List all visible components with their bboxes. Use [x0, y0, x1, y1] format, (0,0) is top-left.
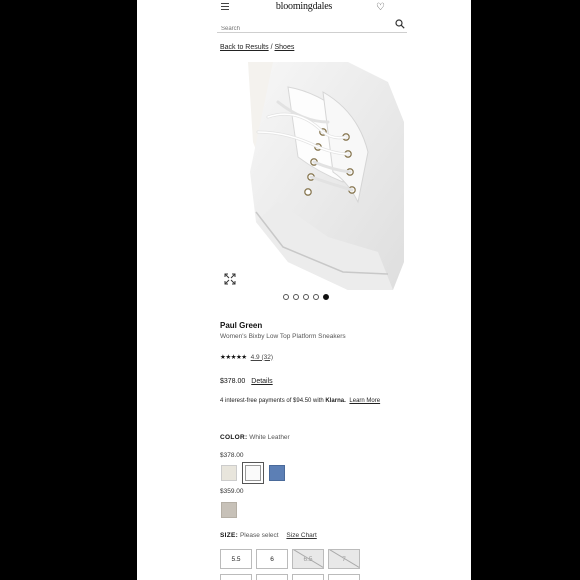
size-option[interactable]: 5.5	[220, 549, 252, 569]
breadcrumb: Back to Results / Shoes	[220, 44, 294, 51]
carousel-dot[interactable]	[313, 294, 319, 300]
product-image[interactable]	[228, 62, 404, 290]
image-carousel-dots	[283, 294, 329, 300]
site-logo[interactable]: bloomingdales	[137, 1, 471, 12]
size-prompt: Please select	[239, 532, 279, 539]
expand-icon[interactable]	[224, 273, 236, 285]
heart-icon[interactable]: ♡	[376, 2, 385, 13]
color-swatch-taupe[interactable]	[221, 502, 237, 518]
star-rating-icon: ★★★★★	[220, 354, 247, 361]
search-bar	[217, 17, 407, 36]
carousel-dot[interactable]	[303, 294, 309, 300]
top-bar: bloomingdales ♡	[137, 0, 471, 16]
breadcrumb-back-link[interactable]: Back to Results	[220, 44, 269, 51]
carousel-dot[interactable]	[283, 294, 289, 300]
color-swatch-white-selected[interactable]	[242, 462, 264, 484]
size-option-unavailable[interactable]: 6.5	[292, 549, 324, 569]
color-swatch-blue[interactable]	[269, 465, 285, 481]
size-option[interactable]: 6	[256, 549, 288, 569]
size-option[interactable]	[220, 574, 252, 580]
size-option[interactable]	[292, 574, 324, 580]
color-swatches	[221, 462, 285, 484]
product-rating: ★★★★★ 4.9 (32)	[220, 353, 273, 362]
klarna-text: 4 interest-free payments of $94.50 with	[220, 398, 324, 404]
carousel-dot-active[interactable]	[323, 294, 329, 300]
size-options: 5.5 6 6.5 7	[220, 549, 360, 569]
swatch-group-price: $359.00	[220, 488, 244, 495]
search-icon[interactable]	[395, 19, 405, 29]
color-swatch-cream[interactable]	[221, 465, 237, 481]
search-input[interactable]	[217, 22, 391, 36]
color-label: COLOR: White Leather	[220, 434, 290, 441]
product-name: Women's Bixby Low Top Platform Sneakers	[220, 333, 346, 340]
selected-color: White Leather	[249, 434, 290, 441]
size-heading: SIZE:	[220, 532, 239, 539]
product-price: $378.00	[220, 378, 246, 385]
product-page: bloomingdales ♡ Back to Results / Shoes	[137, 0, 471, 580]
breadcrumb-separator: /	[270, 44, 273, 51]
size-options-row-2	[220, 574, 360, 580]
details-link[interactable]: Details	[251, 378, 272, 385]
size-option[interactable]	[328, 574, 360, 580]
swatch-group-price: $378.00	[220, 452, 244, 459]
size-label: SIZE: Please select Size Chart	[220, 532, 317, 539]
breadcrumb-category-link[interactable]: Shoes	[275, 44, 295, 51]
carousel-dot[interactable]	[293, 294, 299, 300]
color-heading: COLOR:	[220, 434, 248, 441]
reviews-link[interactable]: 4.9 (32)	[251, 354, 273, 361]
size-option-unavailable[interactable]: 7	[328, 549, 360, 569]
product-brand[interactable]: Paul Green	[220, 321, 262, 330]
size-chart-link[interactable]: Size Chart	[286, 532, 316, 539]
price-row: $378.00 Details	[220, 378, 273, 385]
klarna-learn-more-link[interactable]: Learn More	[349, 398, 380, 404]
klarna-payment-info: 4 interest-free payments of $94.50 with …	[220, 398, 380, 404]
size-option[interactable]	[256, 574, 288, 580]
klarna-brand: Klarna.	[325, 398, 346, 404]
